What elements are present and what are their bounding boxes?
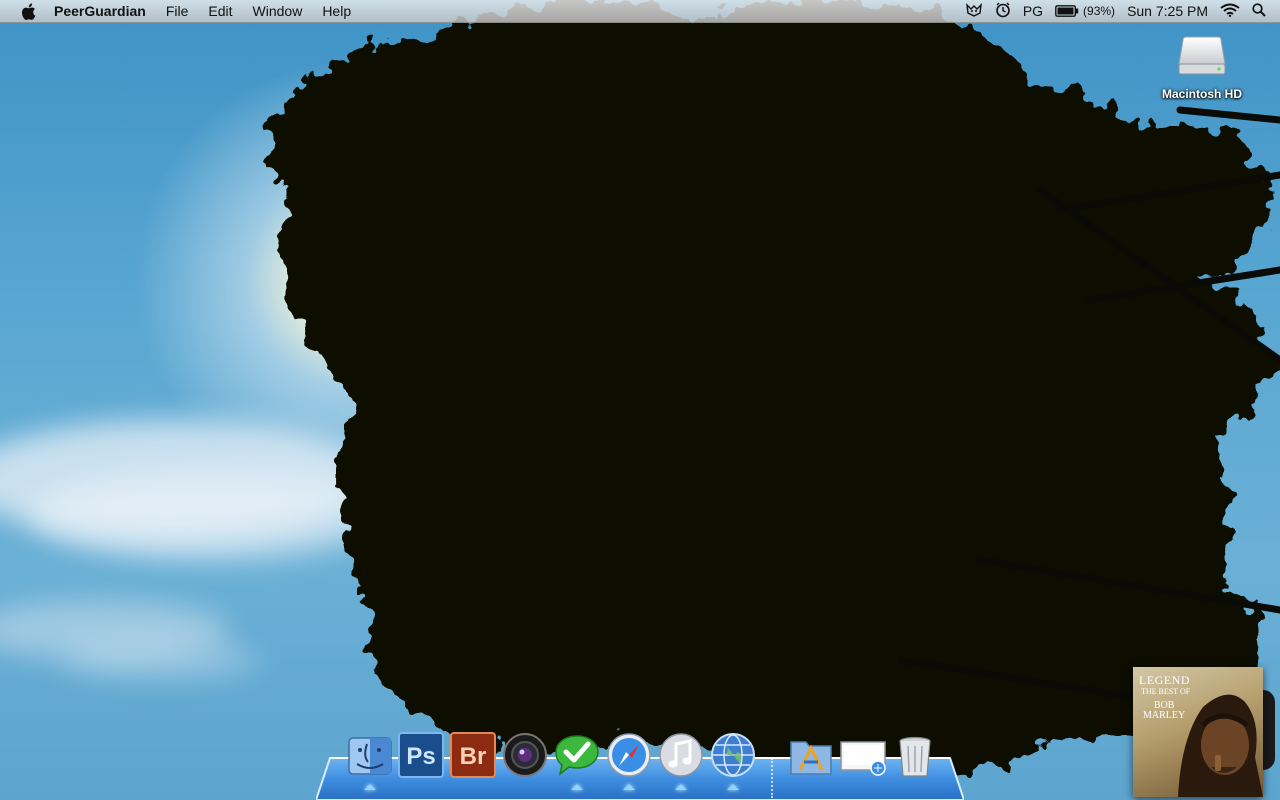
- album-subtitle: THE BEST OF: [1141, 687, 1191, 696]
- safari-running-indicator: [623, 784, 635, 790]
- spotlight-search-icon[interactable]: [1252, 2, 1266, 20]
- dock-bridge[interactable]: Br: [450, 732, 498, 782]
- time-machine-icon[interactable]: [995, 2, 1011, 21]
- bridge-label: Br: [460, 743, 487, 770]
- battery-icon: [1055, 5, 1079, 17]
- globe-running-indicator: [727, 784, 739, 790]
- status-area: PG (93%) Sun 7:25 PM: [953, 0, 1280, 22]
- desktop-wallpaper: [0, 0, 1280, 800]
- bridge-icon: Br: [450, 732, 496, 778]
- downloads-stack-icon: [840, 741, 886, 776]
- dock: Ps Br: [340, 732, 960, 800]
- messenger-running-indicator: [571, 784, 583, 790]
- photoshop-icon: Ps: [398, 732, 444, 778]
- dock-itunes[interactable]: [658, 732, 706, 782]
- menu-app-name[interactable]: PeerGuardian: [54, 0, 156, 22]
- clock[interactable]: Sun 7:25 PM: [1127, 3, 1208, 19]
- apple-menu-icon[interactable]: [19, 2, 37, 20]
- finder-running-indicator: [364, 784, 376, 790]
- album-artist-last: MARLEY: [1143, 710, 1186, 721]
- applications-folder-icon: [790, 741, 832, 775]
- album-artwork[interactable]: LEGEND THE BEST OF BOB MARLEY: [1133, 667, 1263, 797]
- dock-downloads-stack[interactable]: [840, 732, 888, 782]
- peerguardian-status[interactable]: PG: [1023, 3, 1043, 19]
- album-title: LEGEND: [1139, 673, 1190, 687]
- menu-bar: PeerGuardian File Edit Window Help PG (9…: [0, 0, 1280, 23]
- album-artist: BOB MARLEY: [1143, 701, 1185, 721]
- camera-app-icon: [503, 733, 547, 777]
- globe-icon: [711, 733, 755, 777]
- dock-globe-app[interactable]: [710, 732, 758, 782]
- dock-trash[interactable]: [892, 732, 940, 782]
- dock-messenger[interactable]: [554, 732, 602, 782]
- safari-icon: [607, 733, 651, 777]
- album-edge-shadow: [1263, 690, 1275, 770]
- hard-drive-icon: [1178, 36, 1226, 75]
- finder-icon: [348, 737, 392, 775]
- menu-help[interactable]: Help: [312, 0, 361, 22]
- dock-photoshop[interactable]: Ps: [398, 732, 446, 782]
- photoshop-label: Ps: [406, 743, 435, 770]
- dock-finder[interactable]: [346, 732, 394, 782]
- chat-check-icon: [555, 735, 599, 776]
- itunes-running-indicator: [675, 784, 687, 790]
- itunes-icon: [659, 733, 703, 777]
- dock-separator: [771, 758, 775, 798]
- wifi-icon[interactable]: [1220, 3, 1240, 20]
- menu-window[interactable]: Window: [243, 0, 313, 22]
- macintosh-hd-desktop-item[interactable]: Macintosh HD: [1148, 36, 1256, 101]
- trash-icon: [899, 736, 931, 777]
- growl-icon[interactable]: [965, 2, 983, 20]
- dock-camera-app[interactable]: [502, 732, 550, 782]
- menu-file[interactable]: File: [156, 0, 199, 22]
- menu-edit[interactable]: Edit: [198, 0, 242, 22]
- dock-safari[interactable]: [606, 732, 654, 782]
- battery-menu[interactable]: (93%): [1055, 4, 1115, 18]
- dock-applications-stack[interactable]: [788, 732, 836, 782]
- tree-silhouette: [270, 0, 1280, 780]
- disk-label: Macintosh HD: [1161, 87, 1242, 101]
- battery-percent: (93%): [1083, 4, 1116, 18]
